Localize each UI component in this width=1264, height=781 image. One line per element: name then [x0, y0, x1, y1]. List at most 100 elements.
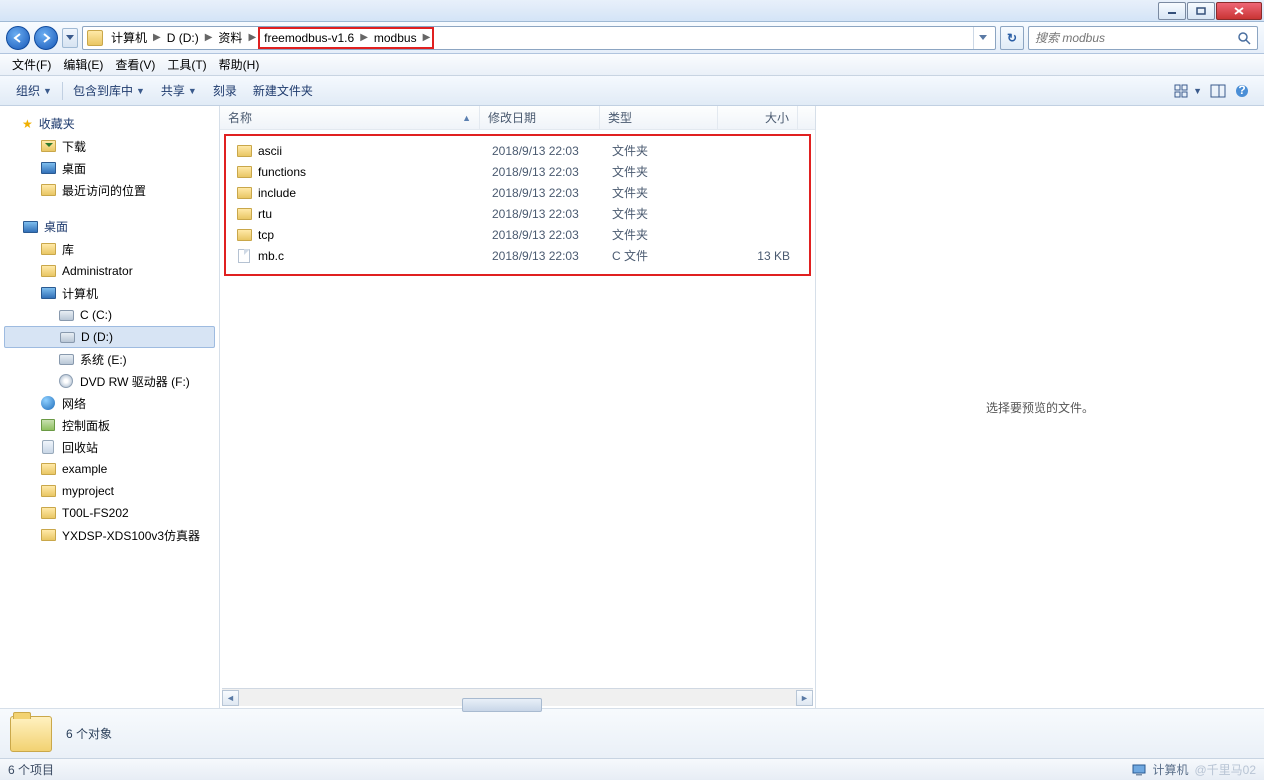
column-name[interactable]: 名称▲ — [220, 106, 480, 129]
breadcrumb-item[interactable]: freemodbus-v1.6 — [260, 30, 358, 46]
tree-item[interactable]: 计算机 — [0, 282, 219, 304]
forward-button[interactable] — [34, 26, 58, 50]
breadcrumb-item[interactable]: 计算机 — [107, 27, 151, 49]
menu-item[interactable]: 工具(T) — [161, 54, 212, 75]
minimize-button[interactable] — [1158, 2, 1186, 20]
horizontal-scrollbar[interactable]: ◄ ► — [222, 688, 813, 706]
tree-item[interactable]: T00L-FS202 — [0, 502, 219, 524]
search-box[interactable] — [1028, 26, 1258, 50]
tree-item-label: 网络 — [62, 395, 86, 412]
monitor-icon — [40, 161, 56, 175]
file-type-cell: 文件夹 — [604, 205, 722, 222]
tree-item-label: 回收站 — [62, 439, 98, 456]
chevron-right-icon: ▶ — [421, 32, 433, 43]
tree-item[interactable]: 最近访问的位置 — [0, 179, 219, 201]
column-headers: 名称▲ 修改日期 类型 大小 — [220, 106, 815, 130]
tree-item[interactable]: 库 — [0, 238, 219, 260]
column-date[interactable]: 修改日期 — [480, 106, 600, 129]
file-type-cell: C 文件 — [604, 247, 722, 264]
back-button[interactable] — [6, 26, 30, 50]
file-type-cell: 文件夹 — [604, 142, 722, 159]
menu-bar: 文件(F)编辑(E)查看(V)工具(T)帮助(H) — [0, 54, 1264, 76]
help-button[interactable]: ? — [1234, 83, 1250, 99]
tree-item-label: 系统 (E:) — [80, 351, 127, 368]
menu-item[interactable]: 编辑(E) — [57, 54, 109, 75]
organize-menu[interactable]: 组织▼ — [8, 78, 60, 103]
bin-icon — [40, 440, 56, 454]
column-type[interactable]: 类型 — [600, 106, 718, 129]
menu-item[interactable]: 帮助(H) — [213, 54, 266, 75]
tree-item[interactable]: 控制面板 — [0, 414, 219, 436]
file-row[interactable]: tcp2018/9/13 22:03文件夹 — [228, 224, 807, 245]
folder-icon — [40, 506, 56, 520]
folder-icon — [40, 183, 56, 197]
watermark: @千里马02 — [1194, 761, 1256, 778]
view-layout-button[interactable]: ▼ — [1174, 84, 1202, 98]
tree-item[interactable]: 回收站 — [0, 436, 219, 458]
tree-item[interactable]: myproject — [0, 480, 219, 502]
file-name-cell: tcp — [228, 228, 484, 242]
tree-item-label: 最近访问的位置 — [62, 182, 146, 199]
search-input[interactable] — [1035, 31, 1237, 45]
breadcrumb-item[interactable]: 资料 — [214, 27, 246, 49]
tree-item[interactable]: Administrator — [0, 260, 219, 282]
tree-item[interactable]: DVD RW 驱动器 (F:) — [0, 370, 219, 392]
new-folder-button[interactable]: 新建文件夹 — [245, 78, 321, 103]
file-row[interactable]: functions2018/9/13 22:03文件夹 — [228, 161, 807, 182]
refresh-icon: ↻ — [1007, 31, 1017, 45]
tree-item[interactable]: example — [0, 458, 219, 480]
burn-button[interactable]: 刻录 — [205, 78, 245, 103]
chevron-right-icon: ▶ — [358, 32, 370, 43]
tree-item[interactable]: C (C:) — [0, 304, 219, 326]
disk-icon — [59, 330, 75, 344]
file-row[interactable]: mb.c2018/9/13 22:03C 文件13 KB — [228, 245, 807, 266]
file-row[interactable]: rtu2018/9/13 22:03文件夹 — [228, 203, 807, 224]
disk-icon — [58, 352, 74, 366]
search-icon — [1237, 31, 1251, 45]
net-icon — [40, 396, 56, 410]
chevron-right-icon: ▶ — [203, 32, 215, 43]
folder-icon — [40, 242, 56, 256]
file-row[interactable]: include2018/9/13 22:03文件夹 — [228, 182, 807, 203]
tree-item-label: 下载 — [62, 138, 86, 155]
file-size-cell: 13 KB — [722, 249, 798, 263]
tree-item[interactable]: 系统 (E:) — [0, 348, 219, 370]
include-in-library[interactable]: 包含到库中▼ — [65, 78, 153, 103]
menu-item[interactable]: 文件(F) — [6, 54, 57, 75]
preview-pane-button[interactable] — [1210, 84, 1226, 98]
scroll-right-button[interactable]: ► — [796, 690, 813, 706]
breadcrumb-item[interactable]: modbus — [370, 30, 421, 46]
chevron-down-icon: ▼ — [43, 86, 52, 96]
dvd-icon — [58, 374, 74, 388]
chevron-right-icon: ▶ — [151, 32, 163, 43]
file-row[interactable]: ascii2018/9/13 22:03文件夹 — [228, 140, 807, 161]
navigation-pane[interactable]: ★收藏夹 下载桌面最近访问的位置 桌面 库Administrator计算机C (… — [0, 106, 220, 708]
address-dropdown[interactable] — [973, 27, 991, 49]
folder-icon — [236, 207, 252, 221]
scroll-thumb[interactable] — [462, 698, 542, 712]
close-button[interactable] — [1216, 2, 1262, 20]
folder-icon — [236, 228, 252, 242]
tree-item[interactable]: YXDSP-XDS100v3仿真器 — [0, 524, 219, 546]
history-dropdown[interactable] — [62, 28, 78, 48]
scroll-left-button[interactable]: ◄ — [222, 690, 239, 706]
favorites-group[interactable]: ★收藏夹 — [0, 112, 219, 135]
breadcrumb-bar[interactable]: 计算机▶D (D:)▶资料▶freemodbus-v1.6▶modbus▶ — [82, 26, 996, 50]
tree-item[interactable]: 网络 — [0, 392, 219, 414]
desktop-group[interactable]: 桌面 — [0, 215, 219, 238]
tree-item[interactable]: D (D:) — [4, 326, 215, 348]
tree-item[interactable]: 下载 — [0, 135, 219, 157]
file-date-cell: 2018/9/13 22:03 — [484, 249, 604, 263]
tree-item-label: T00L-FS202 — [62, 506, 129, 520]
column-size[interactable]: 大小 — [718, 106, 798, 129]
file-name-cell: include — [228, 186, 484, 200]
chevron-down-icon: ▼ — [1193, 86, 1202, 96]
sort-asc-icon: ▲ — [462, 113, 471, 123]
maximize-button[interactable] — [1187, 2, 1215, 20]
tree-item[interactable]: 桌面 — [0, 157, 219, 179]
menu-item[interactable]: 查看(V) — [109, 54, 161, 75]
refresh-button[interactable]: ↻ — [1000, 26, 1024, 50]
breadcrumb-item[interactable]: D (D:) — [163, 27, 203, 49]
tree-item-label: 库 — [62, 241, 74, 258]
share-menu[interactable]: 共享▼ — [153, 78, 205, 103]
